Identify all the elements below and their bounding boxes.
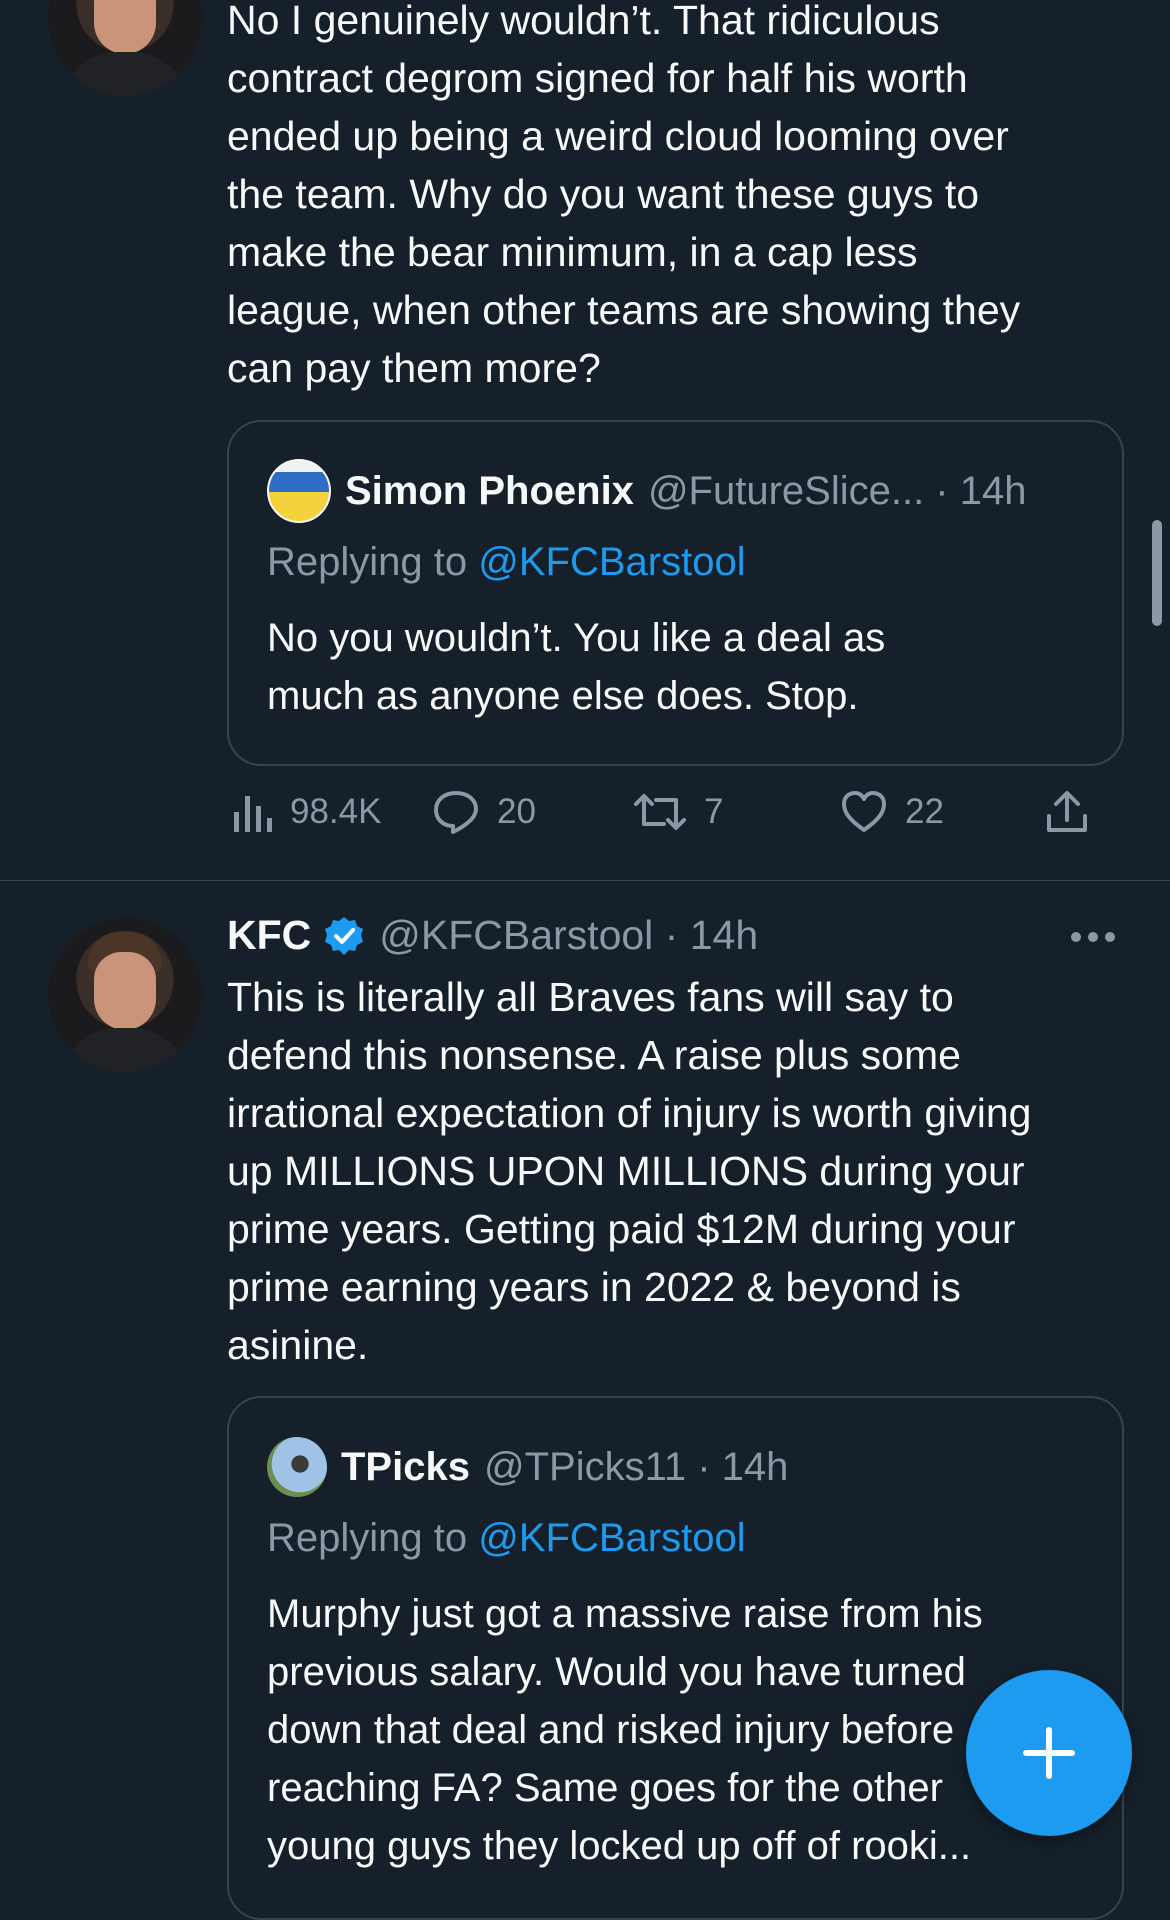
- avatar[interactable]: [48, 0, 202, 96]
- retweet-icon: [634, 794, 686, 830]
- quoted-author-handle: @FutureSlice... · 14h: [647, 468, 1027, 513]
- ellipsis-icon: [1071, 932, 1115, 942]
- analytics-icon: [234, 796, 272, 832]
- quoted-author-name: Simon Phoenix: [345, 468, 634, 513]
- quoted-tweet-text: No you wouldn’t. You like a deal as much…: [267, 616, 886, 718]
- more-options-button[interactable]: [1070, 922, 1120, 952]
- tweet-header: KFC @KFCBarstool · 14h: [227, 912, 758, 959]
- reply-count: 20: [497, 792, 536, 831]
- author-handle: @KFCBarstool · 14h: [379, 912, 759, 958]
- share-icon: [1047, 791, 1087, 832]
- quoted-tweet[interactable]: Simon Phoenix @FutureSlice... · 14h Repl…: [227, 420, 1124, 766]
- divider: [0, 880, 1170, 881]
- heart-icon: [842, 791, 886, 832]
- retweet-count: 7: [704, 792, 724, 831]
- like-button[interactable]: 22: [841, 790, 944, 834]
- quoted-author-handle: @TPicks11 · 14h: [483, 1444, 789, 1489]
- scrollbar[interactable]: [1152, 520, 1162, 626]
- mention-link[interactable]: @KFCBarstool: [478, 1516, 745, 1560]
- views-count: 98.4K: [290, 792, 382, 831]
- quoted-avatar: [267, 1437, 327, 1497]
- tweet-text: No I genuinely wouldn’t. That ridiculous…: [227, 0, 1021, 391]
- replying-to: Replying to @KFCBarstool: [267, 1516, 746, 1560]
- views-button[interactable]: 98.4K: [232, 790, 381, 834]
- mention-link[interactable]: @KFCBarstool: [478, 540, 745, 584]
- replying-to: Replying to @KFCBarstool: [267, 540, 746, 584]
- plus-icon: [1023, 1727, 1075, 1779]
- verified-badge-icon: [325, 916, 364, 955]
- reply-button[interactable]: 20: [433, 790, 536, 834]
- avatar[interactable]: [48, 918, 202, 1072]
- tweet-actions: 98.4K 20 7 22: [227, 790, 1107, 840]
- quoted-avatar: [267, 459, 331, 523]
- quoted-author-name: TPicks: [341, 1444, 470, 1489]
- compose-tweet-button[interactable]: [966, 1670, 1132, 1836]
- like-count: 22: [905, 792, 944, 831]
- retweet-button[interactable]: 7: [634, 790, 723, 834]
- share-button[interactable]: [1045, 790, 1107, 834]
- quoted-tweet[interactable]: TPicks @TPicks11 · 14h Replying to @KFCB…: [227, 1396, 1124, 1920]
- author-name[interactable]: KFC: [227, 912, 311, 959]
- tweet-text: This is literally all Braves fans will s…: [227, 974, 1032, 1368]
- reply-icon: [434, 791, 478, 834]
